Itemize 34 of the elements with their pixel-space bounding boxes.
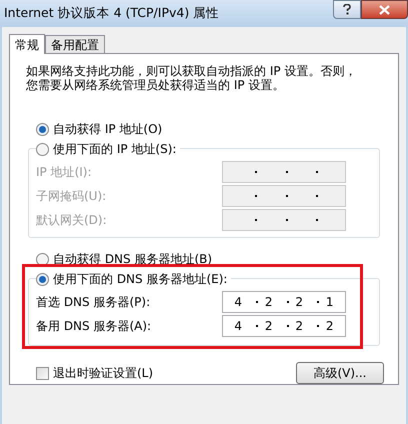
octet-text: 2 bbox=[264, 294, 273, 311]
ip-address-field[interactable]: 4 2 2 1 bbox=[222, 291, 346, 313]
radio-button[interactable] bbox=[36, 122, 49, 136]
radio-label: 使用下面的 DNS 服务器地址(E): bbox=[53, 271, 228, 288]
field-label: 首选 DNS 服务器(P): bbox=[36, 294, 152, 311]
checkbox[interactable] bbox=[36, 366, 49, 380]
octet-text: 4 bbox=[234, 318, 242, 335]
radio-label: 自动获得 IP 地址(O) bbox=[53, 121, 162, 138]
octet-text: 2 bbox=[295, 318, 304, 335]
octet-text: 2 bbox=[295, 294, 304, 311]
radio-button[interactable] bbox=[36, 142, 49, 156]
field-label: 备用 DNS 服务器(A): bbox=[36, 318, 152, 335]
advanced-button[interactable]: 高级(V)... bbox=[296, 362, 384, 384]
field-label: 子网掩码(U): bbox=[36, 188, 108, 205]
close-icon bbox=[379, 4, 390, 14]
field-label: IP 地址(I): bbox=[36, 164, 93, 181]
checkbox-label: 退出时验证设置(L) bbox=[53, 365, 154, 382]
radio-button[interactable] bbox=[36, 252, 49, 266]
description-text: 如果网络支持此功能，则可以获取自动指派的 IP 设置。否则，您需要从网络系统管理员处获得适当的 IP 设置。 bbox=[26, 64, 358, 92]
octet-text: 4 bbox=[234, 294, 242, 311]
tab[interactable]: 常规 bbox=[9, 34, 45, 54]
help-button[interactable] bbox=[333, 0, 361, 19]
ip-address-field[interactable]: 4 2 2 2 bbox=[222, 315, 346, 337]
radio-label: 自动获得 DNS 服务器地址(B) bbox=[53, 251, 212, 268]
octet-text: 2 bbox=[326, 318, 334, 335]
tab[interactable]: 备用配置 bbox=[45, 35, 105, 53]
field-label: 默认网关(D): bbox=[36, 212, 108, 229]
close-button[interactable] bbox=[361, 0, 408, 19]
octet-text: 1 bbox=[326, 294, 334, 311]
help-icon bbox=[343, 4, 351, 15]
window-title: Internet 协议版本 4 (TCP/IPv4) 属性 bbox=[4, 4, 220, 22]
radio-button[interactable] bbox=[36, 272, 49, 286]
octet-text: 2 bbox=[264, 318, 273, 335]
radio-label: 使用下面的 IP 地址(S): bbox=[53, 141, 176, 158]
